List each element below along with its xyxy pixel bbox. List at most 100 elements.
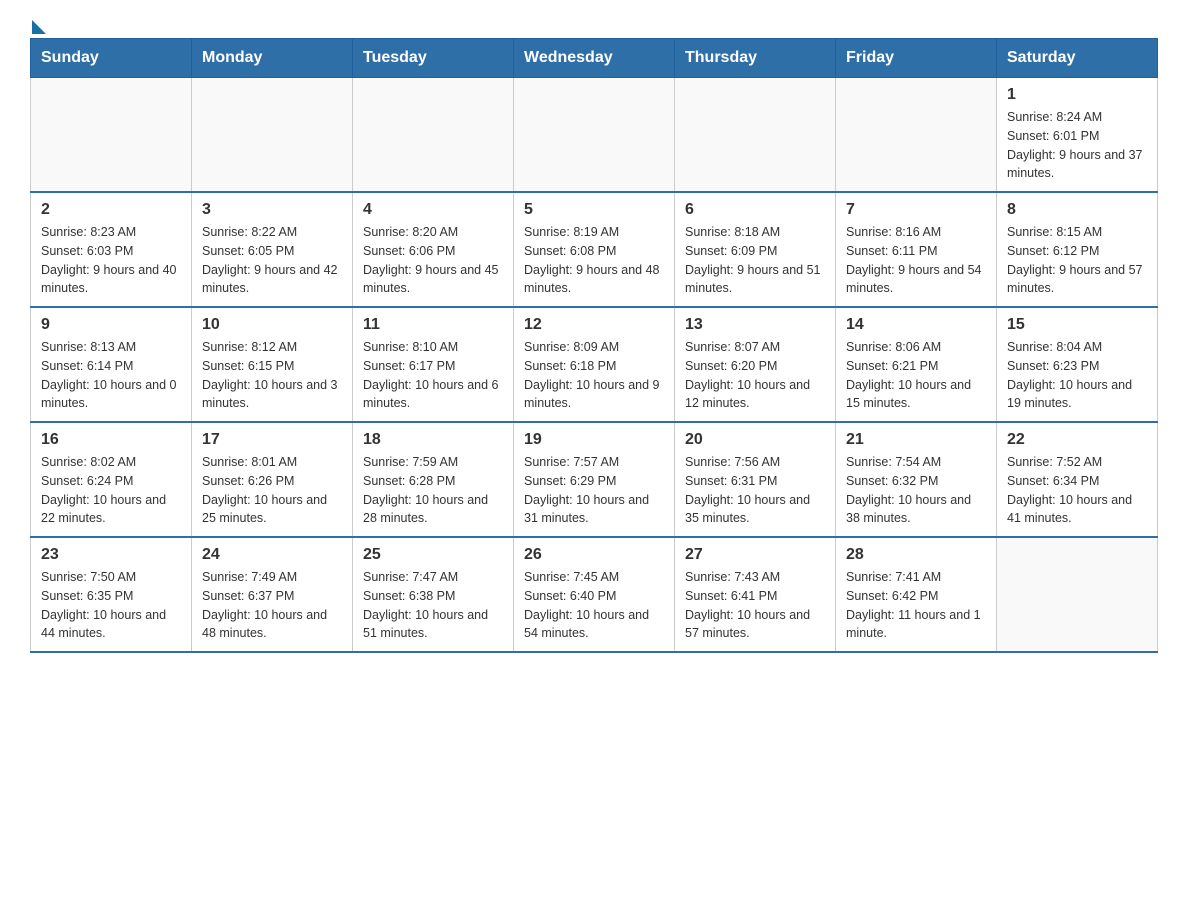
day-number: 1 (1007, 86, 1147, 104)
day-number: 6 (685, 201, 825, 219)
weekday-header-wednesday: Wednesday (514, 39, 675, 78)
day-info: Sunrise: 7:41 AM Sunset: 6:42 PM Dayligh… (846, 568, 986, 643)
day-info: Sunrise: 8:24 AM Sunset: 6:01 PM Dayligh… (1007, 108, 1147, 183)
day-info: Sunrise: 7:47 AM Sunset: 6:38 PM Dayligh… (363, 568, 503, 643)
calendar-week-row: 2 Sunrise: 8:23 AM Sunset: 6:03 PM Daylig… (31, 192, 1158, 307)
day-number: 11 (363, 316, 503, 334)
day-info: Sunrise: 8:18 AM Sunset: 6:09 PM Dayligh… (685, 223, 825, 298)
calendar-cell: 24 Sunrise: 7:49 AM Sunset: 6:37 PM Dayli… (192, 537, 353, 652)
weekday-header-saturday: Saturday (997, 39, 1158, 78)
calendar-week-row: 16 Sunrise: 8:02 AM Sunset: 6:24 PM Dayli… (31, 422, 1158, 537)
calendar-cell: 20 Sunrise: 7:56 AM Sunset: 6:31 PM Dayli… (675, 422, 836, 537)
weekday-header-row: SundayMondayTuesdayWednesdayThursdayFrid… (31, 39, 1158, 78)
calendar-cell: 1 Sunrise: 8:24 AM Sunset: 6:01 PM Daylig… (997, 78, 1158, 193)
day-info: Sunrise: 8:15 AM Sunset: 6:12 PM Dayligh… (1007, 223, 1147, 298)
calendar-cell: 17 Sunrise: 8:01 AM Sunset: 6:26 PM Dayli… (192, 422, 353, 537)
calendar-header: SundayMondayTuesdayWednesdayThursdayFrid… (31, 39, 1158, 78)
day-number: 23 (41, 546, 181, 564)
weekday-header-friday: Friday (836, 39, 997, 78)
day-number: 13 (685, 316, 825, 334)
calendar-cell: 11 Sunrise: 8:10 AM Sunset: 6:17 PM Dayli… (353, 307, 514, 422)
day-info: Sunrise: 8:20 AM Sunset: 6:06 PM Dayligh… (363, 223, 503, 298)
calendar-week-row: 9Sunrise: 8:13 AM Sunset: 6:14 PM Daylig… (31, 307, 1158, 422)
calendar-cell: 2 Sunrise: 8:23 AM Sunset: 6:03 PM Daylig… (31, 192, 192, 307)
day-number: 27 (685, 546, 825, 564)
calendar-cell: 5 Sunrise: 8:19 AM Sunset: 6:08 PM Daylig… (514, 192, 675, 307)
day-info: Sunrise: 7:50 AM Sunset: 6:35 PM Dayligh… (41, 568, 181, 643)
calendar-cell: 16 Sunrise: 8:02 AM Sunset: 6:24 PM Dayli… (31, 422, 192, 537)
day-number: 16 (41, 431, 181, 449)
calendar-cell (997, 537, 1158, 652)
calendar-body: 1 Sunrise: 8:24 AM Sunset: 6:01 PM Daylig… (31, 78, 1158, 653)
day-info: Sunrise: 8:19 AM Sunset: 6:08 PM Dayligh… (524, 223, 664, 298)
calendar-cell (675, 78, 836, 193)
day-number: 17 (202, 431, 342, 449)
day-info: Sunrise: 7:54 AM Sunset: 6:32 PM Dayligh… (846, 453, 986, 528)
day-number: 5 (524, 201, 664, 219)
calendar-cell: 15 Sunrise: 8:04 AM Sunset: 6:23 PM Dayli… (997, 307, 1158, 422)
day-info: Sunrise: 7:43 AM Sunset: 6:41 PM Dayligh… (685, 568, 825, 643)
calendar-cell: 3 Sunrise: 8:22 AM Sunset: 6:05 PM Daylig… (192, 192, 353, 307)
day-number: 15 (1007, 316, 1147, 334)
calendar-cell (31, 78, 192, 193)
day-number: 7 (846, 201, 986, 219)
day-info: Sunrise: 8:23 AM Sunset: 6:03 PM Dayligh… (41, 223, 181, 298)
calendar-week-row: 1 Sunrise: 8:24 AM Sunset: 6:01 PM Daylig… (31, 78, 1158, 193)
calendar-cell: 4 Sunrise: 8:20 AM Sunset: 6:06 PM Daylig… (353, 192, 514, 307)
logo-triangle-icon (32, 20, 46, 34)
day-number: 14 (846, 316, 986, 334)
calendar-cell (514, 78, 675, 193)
calendar-cell: 8 Sunrise: 8:15 AM Sunset: 6:12 PM Daylig… (997, 192, 1158, 307)
day-number: 20 (685, 431, 825, 449)
day-number: 26 (524, 546, 664, 564)
calendar-cell: 25 Sunrise: 7:47 AM Sunset: 6:38 PM Dayli… (353, 537, 514, 652)
day-info: Sunrise: 8:13 AM Sunset: 6:14 PM Dayligh… (41, 338, 181, 413)
calendar-cell: 14Sunrise: 8:06 AM Sunset: 6:21 PM Dayli… (836, 307, 997, 422)
calendar-cell: 7 Sunrise: 8:16 AM Sunset: 6:11 PM Daylig… (836, 192, 997, 307)
day-info: Sunrise: 8:02 AM Sunset: 6:24 PM Dayligh… (41, 453, 181, 528)
day-info: Sunrise: 7:52 AM Sunset: 6:34 PM Dayligh… (1007, 453, 1147, 528)
day-number: 8 (1007, 201, 1147, 219)
weekday-header-sunday: Sunday (31, 39, 192, 78)
calendar-cell (192, 78, 353, 193)
day-info: Sunrise: 8:04 AM Sunset: 6:23 PM Dayligh… (1007, 338, 1147, 413)
calendar-cell (836, 78, 997, 193)
calendar-cell: 6 Sunrise: 8:18 AM Sunset: 6:09 PM Daylig… (675, 192, 836, 307)
day-number: 3 (202, 201, 342, 219)
calendar-cell: 26 Sunrise: 7:45 AM Sunset: 6:40 PM Dayli… (514, 537, 675, 652)
day-number: 24 (202, 546, 342, 564)
day-number: 10 (202, 316, 342, 334)
day-info: Sunrise: 8:22 AM Sunset: 6:05 PM Dayligh… (202, 223, 342, 298)
day-info: Sunrise: 8:01 AM Sunset: 6:26 PM Dayligh… (202, 453, 342, 528)
calendar-cell: 27 Sunrise: 7:43 AM Sunset: 6:41 PM Dayli… (675, 537, 836, 652)
page-header (30, 20, 1158, 28)
calendar-cell (353, 78, 514, 193)
day-number: 21 (846, 431, 986, 449)
calendar-cell: 18Sunrise: 7:59 AM Sunset: 6:28 PM Dayli… (353, 422, 514, 537)
day-number: 4 (363, 201, 503, 219)
day-number: 12 (524, 316, 664, 334)
calendar-cell: 9Sunrise: 8:13 AM Sunset: 6:14 PM Daylig… (31, 307, 192, 422)
day-number: 22 (1007, 431, 1147, 449)
day-info: Sunrise: 7:45 AM Sunset: 6:40 PM Dayligh… (524, 568, 664, 643)
day-info: Sunrise: 7:56 AM Sunset: 6:31 PM Dayligh… (685, 453, 825, 528)
day-number: 2 (41, 201, 181, 219)
weekday-header-tuesday: Tuesday (353, 39, 514, 78)
weekday-header-monday: Monday (192, 39, 353, 78)
calendar-week-row: 23 Sunrise: 7:50 AM Sunset: 6:35 PM Dayli… (31, 537, 1158, 652)
calendar-cell: 19Sunrise: 7:57 AM Sunset: 6:29 PM Dayli… (514, 422, 675, 537)
day-info: Sunrise: 8:10 AM Sunset: 6:17 PM Dayligh… (363, 338, 503, 413)
calendar-cell: 12Sunrise: 8:09 AM Sunset: 6:18 PM Dayli… (514, 307, 675, 422)
calendar-cell: 21 Sunrise: 7:54 AM Sunset: 6:32 PM Dayli… (836, 422, 997, 537)
day-number: 25 (363, 546, 503, 564)
calendar-cell: 28Sunrise: 7:41 AM Sunset: 6:42 PM Dayli… (836, 537, 997, 652)
day-info: Sunrise: 7:59 AM Sunset: 6:28 PM Dayligh… (363, 453, 503, 528)
day-number: 19 (524, 431, 664, 449)
day-info: Sunrise: 8:16 AM Sunset: 6:11 PM Dayligh… (846, 223, 986, 298)
calendar-cell: 23 Sunrise: 7:50 AM Sunset: 6:35 PM Dayli… (31, 537, 192, 652)
calendar-cell: 13 Sunrise: 8:07 AM Sunset: 6:20 PM Dayli… (675, 307, 836, 422)
calendar-cell: 22 Sunrise: 7:52 AM Sunset: 6:34 PM Dayli… (997, 422, 1158, 537)
day-info: Sunrise: 8:07 AM Sunset: 6:20 PM Dayligh… (685, 338, 825, 413)
day-info: Sunrise: 7:49 AM Sunset: 6:37 PM Dayligh… (202, 568, 342, 643)
calendar-cell: 10Sunrise: 8:12 AM Sunset: 6:15 PM Dayli… (192, 307, 353, 422)
